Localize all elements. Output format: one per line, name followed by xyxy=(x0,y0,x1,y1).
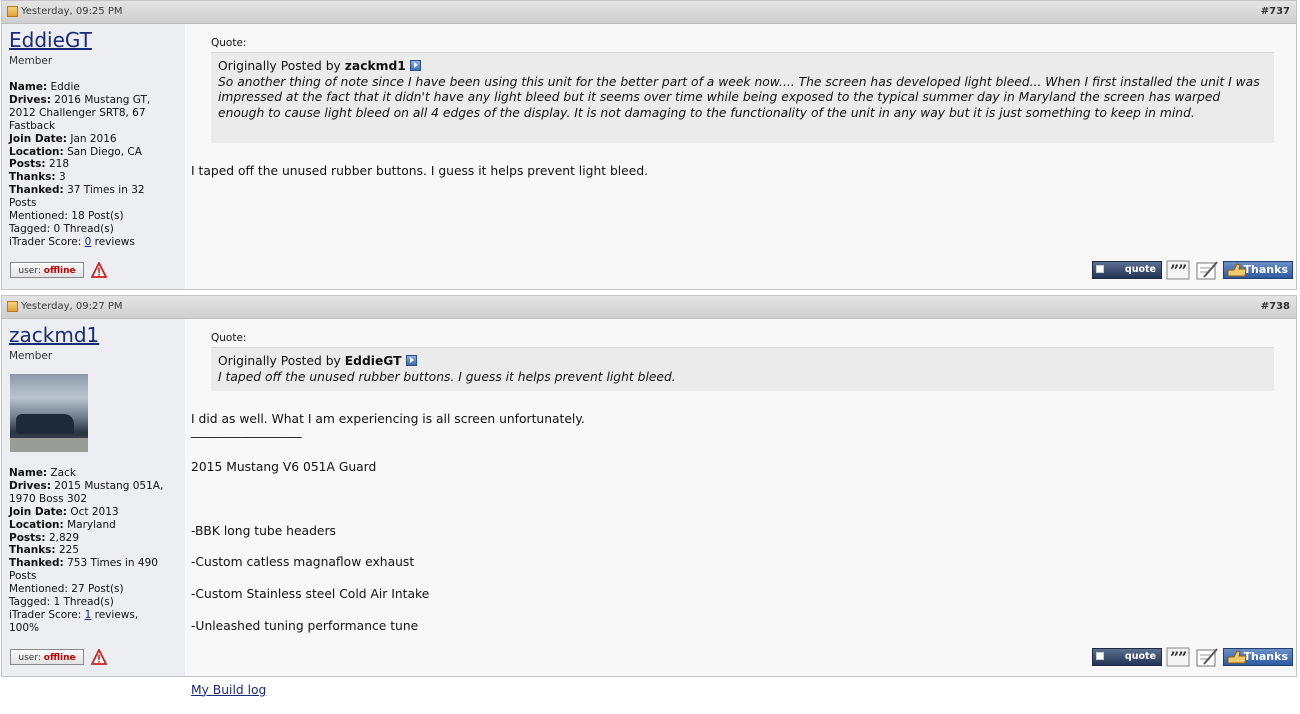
quote-box: Originally Posted by zackmd1 So another … xyxy=(211,52,1274,143)
svg-text:”: ” xyxy=(1178,648,1187,667)
post-message: Quote: Originally Posted by EddieGT I ta… xyxy=(185,319,1296,697)
post-738: Yesterday, 09:27 PM #738 zackmd1 Member … xyxy=(1,295,1297,697)
quote-text: I taped off the unused rubber buttons. I… xyxy=(218,369,676,384)
username-link[interactable]: EddieGT xyxy=(9,28,92,52)
report-post-icon[interactable] xyxy=(91,262,107,278)
user-title: Member xyxy=(9,350,53,362)
post-number[interactable]: #738 xyxy=(1261,301,1290,312)
user-status-badge: user: offline xyxy=(10,262,84,278)
post-number[interactable]: #737 xyxy=(1261,6,1290,17)
quote-label: Quote: xyxy=(211,332,247,344)
quick-reply-icon[interactable] xyxy=(1195,647,1219,667)
thanks-button[interactable]: Thanks xyxy=(1223,261,1293,279)
quote-author: EddieGT xyxy=(344,354,402,368)
view-post-icon[interactable] xyxy=(409,60,421,71)
post-737: Yesterday, 09:25 PM #737 EddieGT Member … xyxy=(1,0,1297,290)
svg-text:”: ” xyxy=(1178,261,1187,280)
tagged-count[interactable]: Tagged: 1 Thread(s) xyxy=(9,596,179,609)
thumbs-up-icon xyxy=(1227,263,1247,277)
mentioned-count[interactable]: Mentioned: 18 Post(s) xyxy=(9,210,179,223)
itrader-link[interactable]: 0 xyxy=(85,236,92,248)
mentioned-count[interactable]: Mentioned: 27 Post(s) xyxy=(9,583,179,596)
post-body: I taped off the unused rubber buttons. I… xyxy=(191,164,649,178)
post-status-icon xyxy=(7,6,18,17)
quote-label: Quote: xyxy=(211,37,247,49)
user-info-panel: EddieGT Member Name: Eddie Drives: 2016 … xyxy=(2,24,185,289)
username-link[interactable]: zackmd1 xyxy=(9,323,99,347)
post-message: Quote: Originally Posted by zackmd1 So a… xyxy=(185,24,1296,289)
quick-reply-icon[interactable] xyxy=(1195,260,1219,280)
build-log-link[interactable]: My Build log xyxy=(191,683,266,697)
thumbs-up-icon xyxy=(1227,650,1247,664)
view-post-icon[interactable] xyxy=(405,355,417,366)
multi-quote-icon[interactable]: ” ” xyxy=(1166,260,1190,280)
post-header: Yesterday, 09:27 PM #738 xyxy=(2,296,1296,319)
post-date: Yesterday, 09:25 PM xyxy=(21,6,123,17)
user-details: Name: Zack Drives: 2015 Mustang 051A, 19… xyxy=(9,467,179,635)
tagged-count[interactable]: Tagged: 0 Thread(s) xyxy=(9,223,179,236)
signature: 2015 Mustang V6 051A Guard -BBK long tub… xyxy=(191,459,430,697)
user-title: Member xyxy=(9,55,53,67)
user-details: Name: Eddie Drives: 2016 Mustang GT, 201… xyxy=(9,81,179,249)
user-info-panel: zackmd1 Member Name: Zack Drives: 2015 M… xyxy=(2,319,185,676)
signature-rule: __________________ xyxy=(191,424,302,438)
post-date: Yesterday, 09:27 PM xyxy=(21,301,123,312)
multi-quote-icon[interactable]: ” ” xyxy=(1166,647,1190,667)
itrader-link[interactable]: 1 xyxy=(85,609,92,621)
quote-text: So another thing of note since I have be… xyxy=(218,74,1260,121)
quote-button[interactable]: quote xyxy=(1092,261,1162,279)
quote-button[interactable]: quote xyxy=(1092,648,1162,666)
thanks-button[interactable]: Thanks xyxy=(1223,648,1293,666)
avatar[interactable] xyxy=(10,374,88,452)
post-status-icon xyxy=(7,301,18,312)
quote-box: Originally Posted by EddieGT I taped off… xyxy=(211,347,1274,391)
quote-author: zackmd1 xyxy=(344,59,406,73)
report-post-icon[interactable] xyxy=(91,649,107,665)
post-header: Yesterday, 09:25 PM #737 xyxy=(2,1,1296,24)
user-status-badge: user: offline xyxy=(10,649,84,665)
